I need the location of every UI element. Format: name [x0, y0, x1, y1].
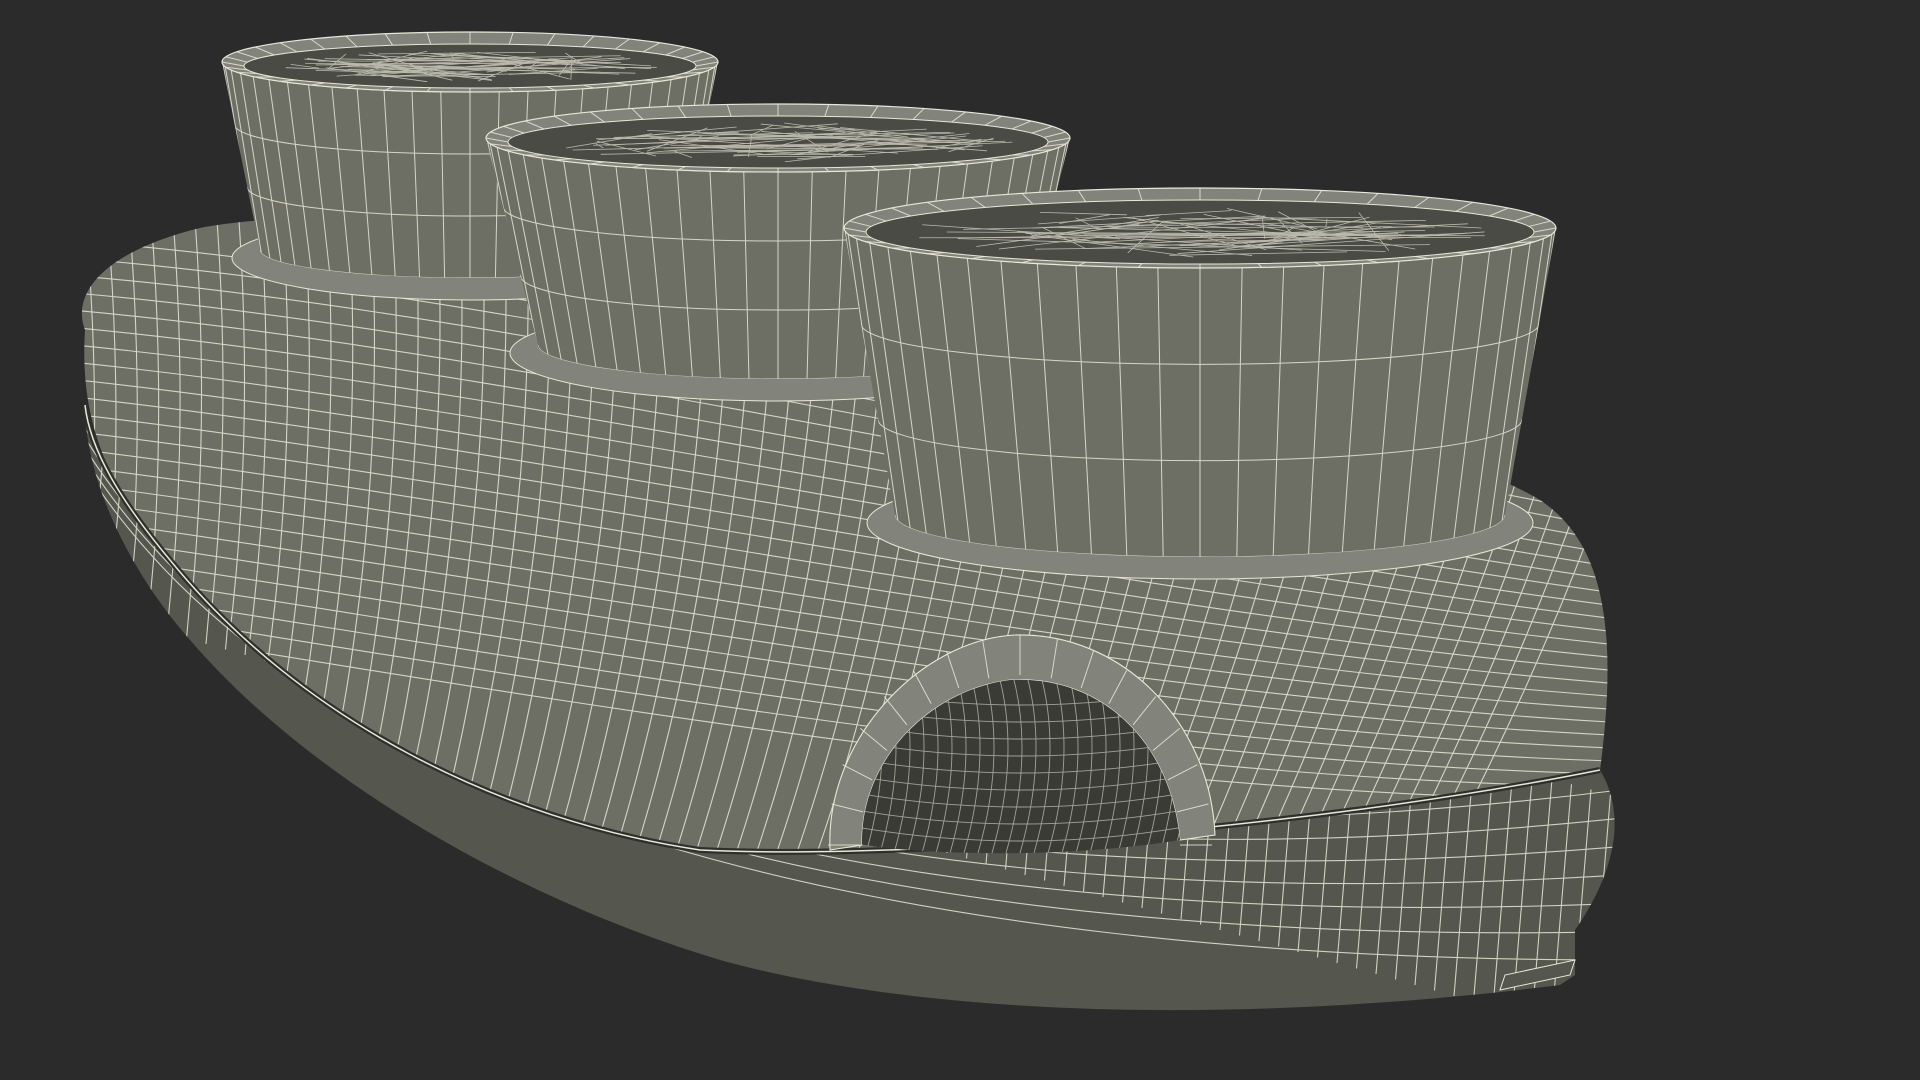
right-cup [843, 187, 1557, 580]
wireframe-render [0, 0, 1920, 1080]
3d-viewport[interactable] [0, 0, 1920, 1080]
left-cup-interior [243, 43, 697, 89]
